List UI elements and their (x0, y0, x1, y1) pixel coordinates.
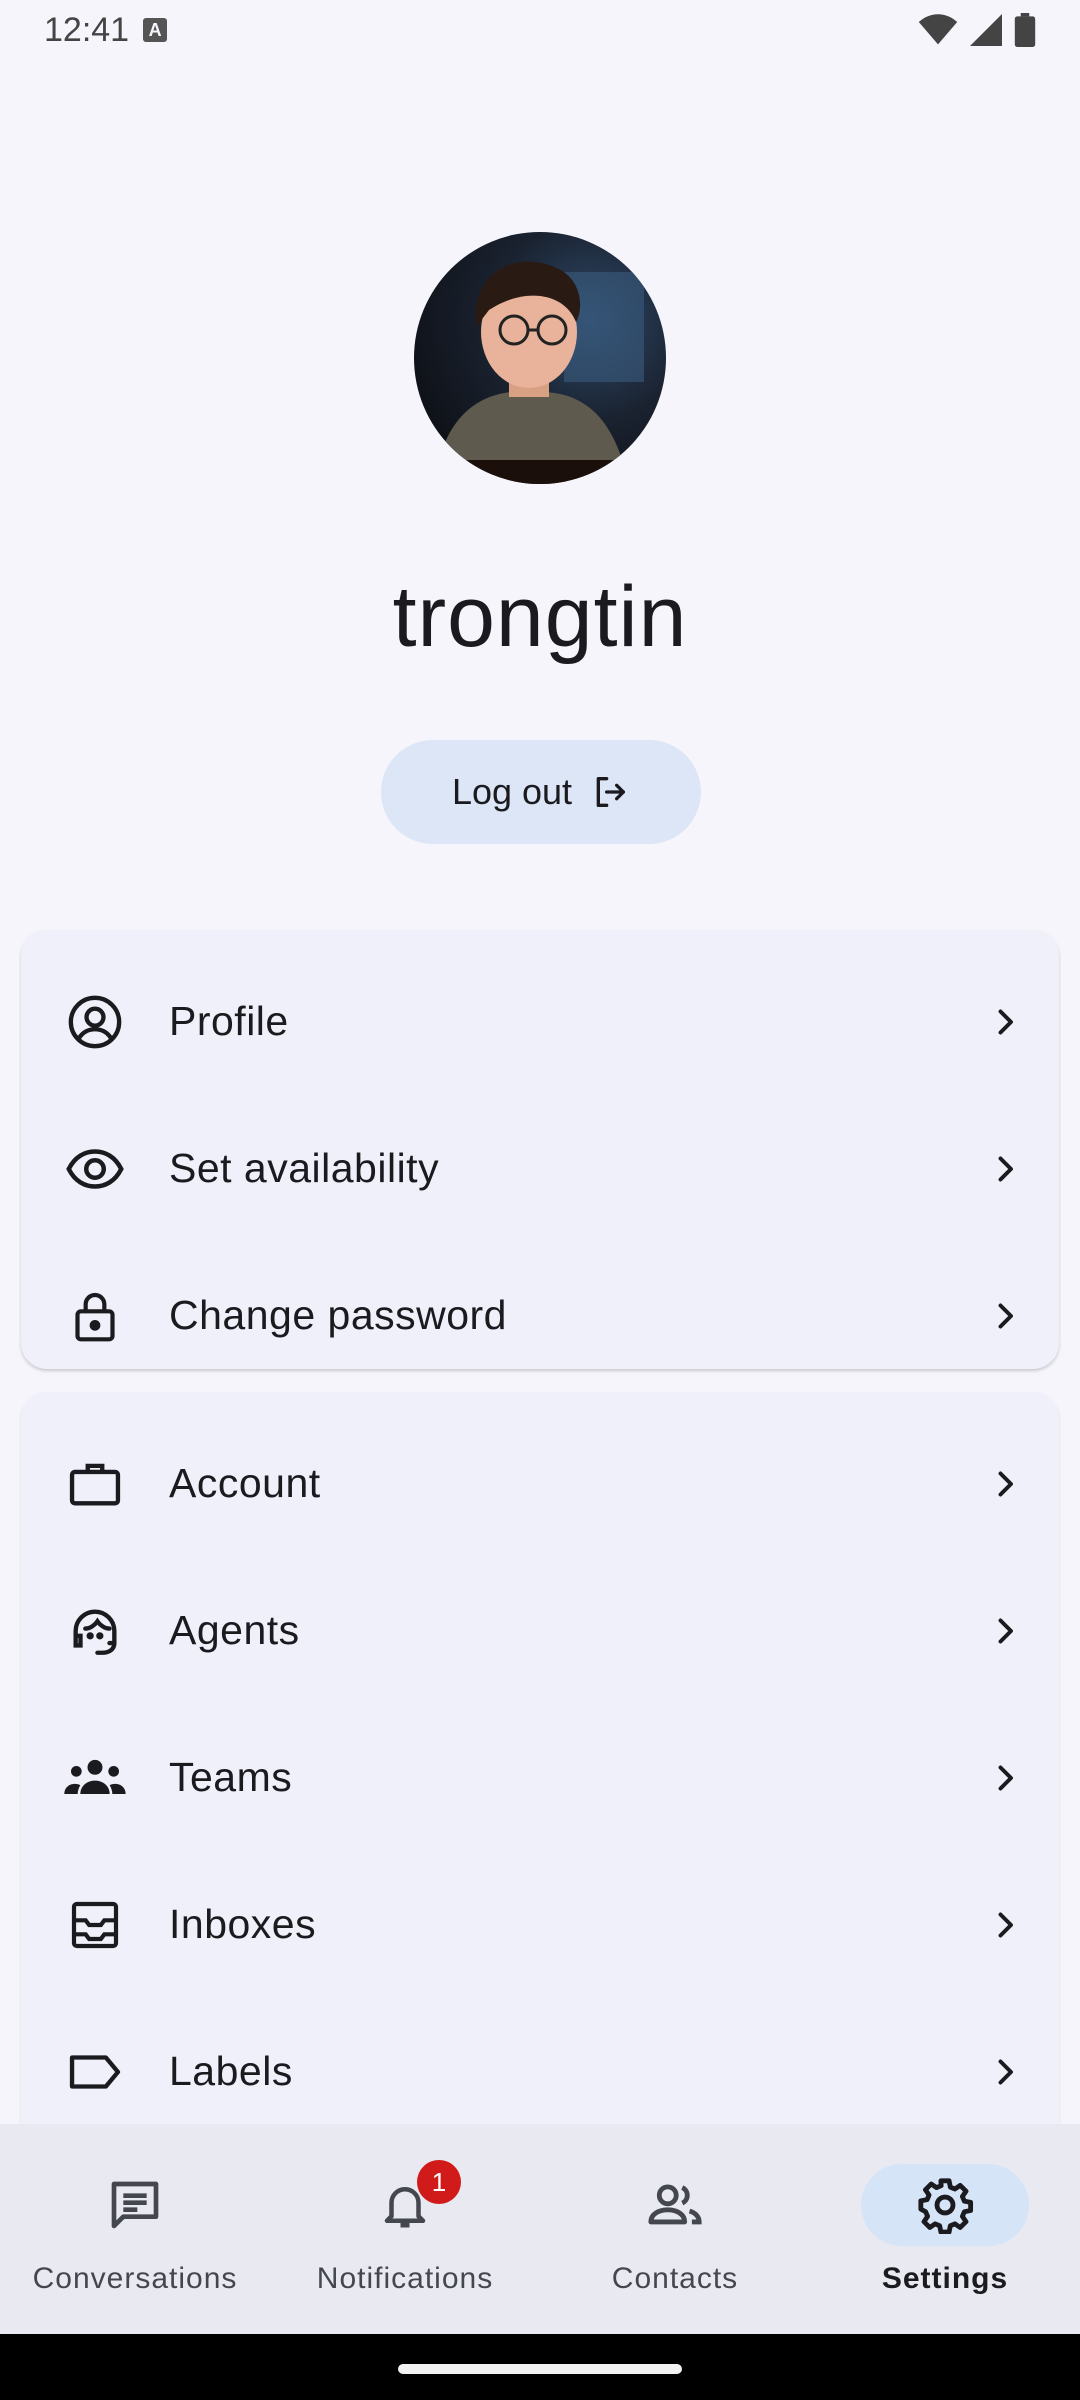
menu-label-teams: Teams (169, 1754, 293, 1800)
battery-icon (1014, 13, 1036, 47)
menu-item-inboxes[interactable]: Inboxes (21, 1851, 1059, 1998)
menu-label-change-password: Change password (169, 1292, 507, 1338)
logout-label: Log out (451, 771, 573, 812)
chevron-right-icon (981, 1754, 1029, 1802)
avatar[interactable] (414, 232, 666, 484)
eye-icon (60, 1134, 130, 1204)
wifi-icon (918, 14, 958, 45)
notification-badge: 1 (417, 2160, 461, 2204)
nav-label-notifications: Notifications (316, 2262, 494, 2295)
lock-icon (60, 1281, 130, 1351)
menu-item-labels[interactable]: Labels (21, 1998, 1059, 2145)
nav-contacts[interactable]: Contacts (540, 2124, 810, 2334)
chevron-right-icon (981, 998, 1029, 1046)
nav-label-settings: Settings (881, 2262, 1009, 2295)
home-indicator[interactable] (398, 2364, 682, 2374)
groups-icon (60, 1743, 130, 1813)
support-agent-icon (60, 1596, 130, 1666)
keyboard-a-icon: A (143, 18, 168, 42)
menu-label-inboxes: Inboxes (169, 1901, 317, 1947)
menu-item-account[interactable]: Account (21, 1410, 1059, 1557)
nav-label-conversations: Conversations (32, 2262, 238, 2295)
active-indicator (861, 2164, 1029, 2246)
logout-icon (596, 777, 626, 807)
logout-button[interactable]: Log out (381, 740, 701, 844)
chevron-right-icon (981, 1292, 1029, 1340)
label-icon (60, 2037, 130, 2107)
gear-icon (918, 2178, 974, 2234)
chevron-right-icon (981, 1460, 1029, 1508)
people-icon (648, 2184, 702, 2225)
nav-label-contacts: Contacts (611, 2262, 739, 2295)
admin-settings-card: Account Agents Teams Inboxes Labels (21, 1392, 1059, 2152)
menu-item-profile[interactable]: Profile (21, 948, 1059, 1095)
bottom-navigation: Conversations 1 Notifications Contacts S… (0, 2124, 1080, 2334)
chevron-right-icon (981, 1145, 1029, 1193)
chevron-right-icon (981, 1607, 1029, 1655)
menu-label-profile: Profile (169, 998, 289, 1044)
account-settings-card: Profile Set availability Change password (21, 930, 1059, 1369)
username: trongtin (392, 569, 688, 665)
chevron-right-icon (981, 1901, 1029, 1949)
chevron-right-icon (981, 2048, 1029, 2096)
menu-item-change-password[interactable]: Change password (21, 1242, 1059, 1389)
nav-settings[interactable]: Settings (810, 2124, 1080, 2334)
status-bar: 12:41 A (0, 0, 1080, 60)
menu-item-teams[interactable]: Teams (21, 1704, 1059, 1851)
signal-icon (970, 14, 1002, 46)
nav-notifications[interactable]: 1 Notifications (270, 2124, 540, 2334)
menu-label-set-availability: Set availability (169, 1145, 440, 1191)
briefcase-icon (60, 1449, 130, 1519)
nav-conversations[interactable]: Conversations (0, 2124, 270, 2334)
account-circle-icon (60, 987, 130, 1057)
menu-item-agents[interactable]: Agents (21, 1557, 1059, 1704)
chat-icon (111, 2181, 159, 2229)
inbox-icon (60, 1890, 130, 1960)
system-navigation-bar (0, 2334, 1080, 2400)
settings-screen: 12:41 A trongtin Log out Profile Set ava… (0, 0, 1080, 2400)
menu-label-labels: Labels (169, 2048, 293, 2094)
menu-item-set-availability[interactable]: Set availability (21, 1095, 1059, 1242)
menu-label-account: Account (169, 1460, 321, 1506)
menu-label-agents: Agents (169, 1607, 300, 1653)
status-time: 12:41 (44, 10, 130, 49)
